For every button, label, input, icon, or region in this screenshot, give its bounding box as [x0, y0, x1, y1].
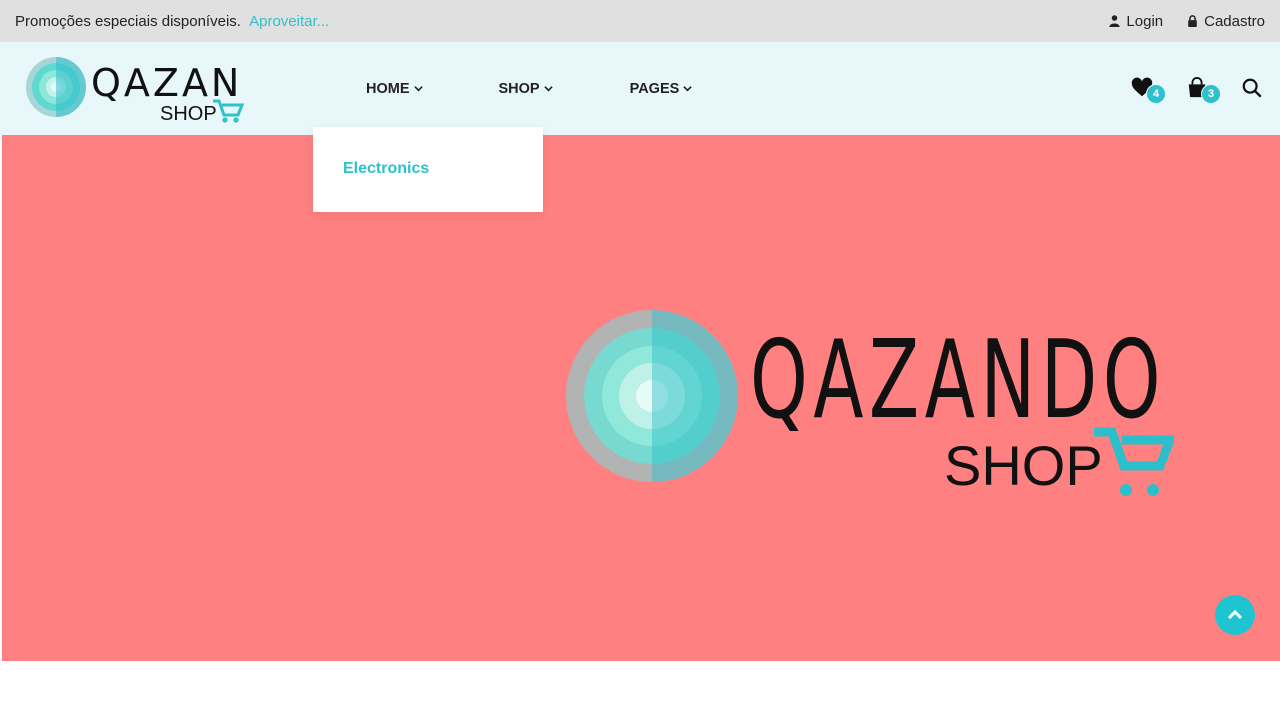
home-dropdown-menu: Electronics: [313, 127, 543, 212]
cart-count-badge: 3: [1201, 83, 1221, 104]
signup-link[interactable]: Cadastro: [1187, 13, 1265, 30]
nav-home-label: HOME: [366, 80, 410, 97]
site-header: QAZANDO SHOP HOME SHOP PAGES 4 3: [0, 42, 1280, 135]
hero-banner: QAZANDO SHOP: [2, 135, 1280, 661]
account-links: Login Cadastro: [1109, 13, 1265, 30]
hero-logo-mark: [566, 310, 738, 482]
chevron-up-icon: [1227, 609, 1243, 620]
search-icon: [1242, 78, 1262, 98]
login-link[interactable]: Login: [1109, 13, 1163, 30]
brand-logo[interactable]: QAZANDO SHOP: [25, 56, 245, 126]
cart-button[interactable]: 3: [1186, 76, 1221, 104]
wishlist-button[interactable]: 4: [1131, 77, 1166, 104]
user-icon: [1109, 15, 1121, 27]
lock-icon: [1188, 15, 1197, 27]
main-nav: HOME SHOP PAGES: [366, 42, 768, 135]
header-actions: 4 3: [1131, 42, 1265, 135]
dropdown-item-electronics[interactable]: Electronics: [343, 160, 429, 177]
nav-shop[interactable]: SHOP: [499, 81, 553, 97]
hero-brand-logo: QAZANDO SHOP: [566, 310, 1174, 497]
nav-shop-label: SHOP: [498, 80, 540, 97]
promo-message: Promoções especiais disponíveis. Aprovei…: [15, 13, 329, 30]
wishlist-count-badge: 4: [1146, 83, 1166, 104]
hero-wordmark: QAZANDO: [750, 318, 1166, 443]
login-label: Login: [1126, 12, 1164, 30]
brand-sub: SHOP: [160, 103, 217, 125]
nav-pages-label: PAGES: [629, 80, 680, 97]
promo-topbar: Promoções especiais disponíveis. Aprovei…: [0, 0, 1280, 42]
brand-logo-mark: [26, 57, 86, 117]
back-to-top-button[interactable]: [1215, 595, 1255, 635]
signup-label: Cadastro: [1204, 12, 1265, 30]
brand-wordmark: QAZANDO: [91, 61, 245, 105]
nav-pages[interactable]: PAGES: [630, 81, 693, 97]
chevron-down-icon: [683, 86, 692, 92]
promo-link[interactable]: Aproveitar...: [249, 13, 329, 30]
hero-brand-sub: SHOP: [944, 434, 1103, 497]
nav-home[interactable]: HOME: [366, 81, 423, 97]
chevron-down-icon: [413, 86, 423, 92]
promo-text: Promoções especiais disponíveis.: [15, 12, 241, 30]
chevron-down-icon: [543, 86, 553, 92]
search-button[interactable]: [1241, 77, 1265, 101]
